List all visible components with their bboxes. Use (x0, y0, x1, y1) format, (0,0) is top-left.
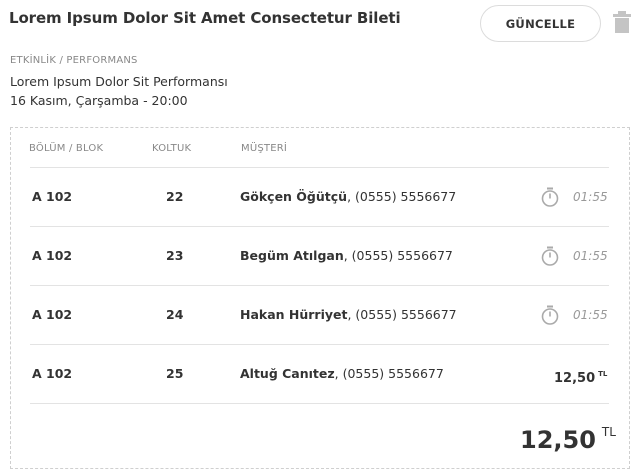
customer-cell: Begüm Atılgan, (0555) 5556677 (240, 246, 453, 266)
customer-name: Begüm Atılgan (240, 248, 344, 263)
seat-cell: 24 (166, 307, 184, 322)
customer-name: Hakan Hürriyet (240, 307, 348, 322)
section-cell: A 102 (32, 307, 73, 322)
customer-phone: , (0555) 5556677 (347, 307, 457, 322)
customer-phone: , (0555) 5556677 (334, 366, 444, 381)
section-cell: A 102 (32, 189, 73, 204)
table-row: A 102 23 Begüm Atılgan, (0555) 5556677 0… (0, 246, 640, 266)
divider (30, 344, 609, 345)
event-label: ETKİNLİK / PERFORMANS (10, 55, 138, 66)
stopwatch-icon (541, 187, 559, 207)
table-row: A 102 22 Gökçen Öğütçü, (0555) 5556677 0… (0, 187, 640, 207)
divider (30, 226, 609, 227)
customer-cell: Hakan Hürriyet, (0555) 5556677 (240, 305, 457, 325)
divider (30, 285, 609, 286)
countdown-time: 01:55 (573, 190, 608, 204)
stopwatch-icon (541, 246, 559, 266)
seat-cell: 25 (166, 366, 184, 381)
ticket-title: Lorem Ipsum Dolor Sit Amet Consectetur B… (9, 9, 401, 27)
countdown-time: 01:55 (573, 308, 608, 322)
customer-name: Gökçen Öğütçü (240, 189, 348, 204)
event-name: Lorem Ipsum Dolor Sit Performansı (10, 74, 228, 89)
trash-icon[interactable] (612, 10, 632, 34)
stopwatch-icon (541, 305, 559, 325)
table-row: A 102 25 Altuğ Canıtez, (0555) 5556677 1… (0, 364, 640, 386)
column-header-customer: MÜŞTERİ (241, 143, 288, 154)
price-amount: 12,50 (554, 371, 596, 386)
customer-cell: Gökçen Öğütçü, (0555) 5556677 (240, 187, 456, 207)
total-amount: 12,50 (520, 426, 596, 454)
customer-cell: Altuğ Canıtez, (0555) 5556677 (240, 364, 444, 384)
seat-price: 12,50 TL (554, 364, 607, 389)
total-price: 12,50 TL (520, 414, 616, 458)
divider (30, 403, 609, 404)
price-currency: TL (598, 370, 608, 378)
countdown-time: 01:55 (573, 249, 608, 263)
divider (30, 167, 609, 168)
seat-cell: 22 (166, 189, 184, 204)
column-header-section: BÖLÜM / BLOK (29, 143, 104, 154)
section-cell: A 102 (32, 366, 73, 381)
update-button[interactable]: GÜNCELLE (480, 5, 601, 42)
table-row: A 102 24 Hakan Hürriyet, (0555) 5556677 … (0, 305, 640, 325)
customer-name: Altuğ Canıtez (240, 366, 335, 381)
section-cell: A 102 (32, 248, 73, 263)
customer-phone: , (0555) 5556677 (343, 248, 453, 263)
event-date: 16 Kasım, Çarşamba - 20:00 (10, 93, 188, 108)
column-header-seat: KOLTUK (152, 143, 192, 154)
seat-cell: 23 (166, 248, 184, 263)
customer-phone: , (0555) 5556677 (347, 189, 457, 204)
total-currency: TL (601, 425, 616, 439)
